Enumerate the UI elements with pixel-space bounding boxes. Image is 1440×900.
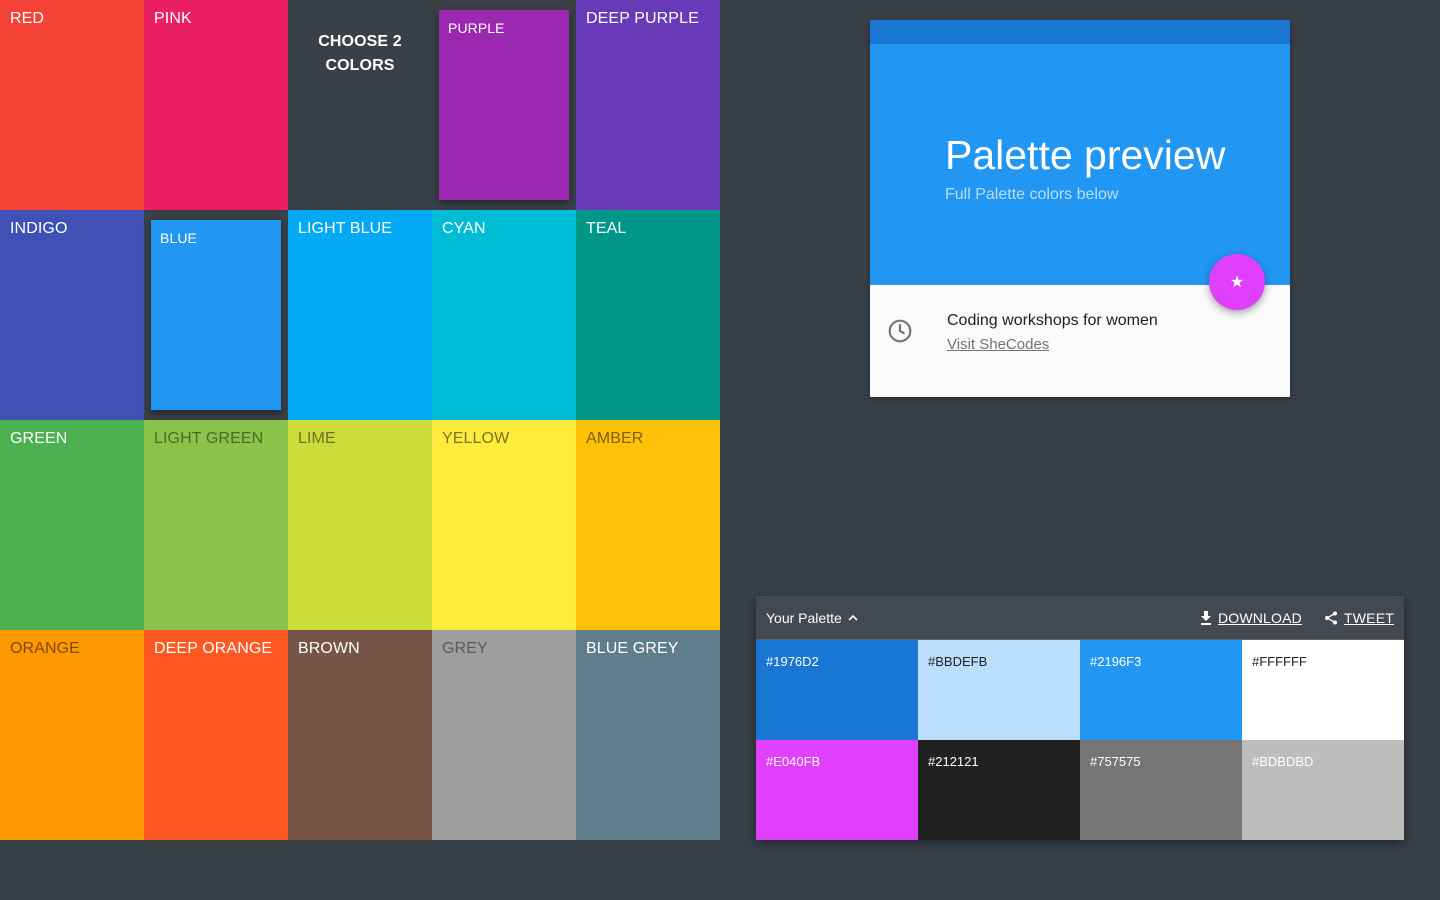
palette-toggle[interactable]: Your Palette	[766, 610, 858, 626]
swatch-primary-light[interactable]: #BBDEFB	[918, 640, 1080, 740]
swatch-hex: #1976D2	[766, 654, 819, 669]
swatch-divider[interactable]: #BDBDBD	[1242, 740, 1404, 840]
tile-amber[interactable]: AMBER	[576, 420, 720, 630]
tile-brown[interactable]: BROWN	[288, 630, 432, 840]
tile-label: ORANGE	[10, 640, 80, 657]
tile-label: TEAL	[586, 220, 627, 237]
tile-label: DEEP PURPLE	[586, 10, 699, 27]
swatch-secondary-text[interactable]: #757575	[1080, 740, 1242, 840]
tile-label: GREEN	[10, 430, 68, 447]
tile-cyan[interactable]: CYAN	[432, 210, 576, 420]
share-icon	[1325, 611, 1337, 624]
swatch-hex: #FFFFFF	[1252, 654, 1307, 669]
tile-label: LIGHT BLUE	[298, 220, 393, 237]
preview-subtitle: Full Palette colors below	[945, 186, 1119, 203]
download-label: DOWNLOAD	[1217, 609, 1302, 626]
clock-icon	[888, 319, 912, 343]
tile-blue-selected[interactable]: BLUE	[151, 220, 281, 410]
preview-body-title: Coding workshops for women	[947, 312, 1158, 329]
tile-label: YELLOW	[442, 430, 510, 447]
swatch-hex: #BDBDBD	[1252, 754, 1314, 769]
swatch-hex: #2196F3	[1090, 654, 1142, 669]
tweet-button[interactable]: TWEET	[1324, 610, 1394, 626]
star-fab-button[interactable]: ★	[1209, 254, 1265, 310]
swatch-hex: #757575	[1090, 754, 1141, 769]
tile-purple-selected[interactable]: PURPLE	[439, 10, 569, 200]
choose-colors-heading: CHOOSE 2 COLORS	[318, 33, 402, 74]
tile-label: AMBER	[586, 430, 644, 447]
tile-label: INDIGO	[10, 220, 68, 237]
preview-status-bar	[870, 20, 1290, 44]
color-grid: RED PINK CHOOSE 2 COLORS PURPLE DEEP PUR…	[0, 0, 720, 840]
tile-label: BLUE GREY	[586, 640, 679, 657]
tile-yellow[interactable]: YELLOW	[432, 420, 576, 630]
tile-label: GREY	[442, 640, 488, 657]
tile-orange[interactable]: ORANGE	[0, 630, 144, 840]
tweet-label: TWEET	[1344, 609, 1394, 626]
preview-title: Palette preview	[945, 132, 1226, 178]
tile-label: LIME	[298, 430, 336, 447]
swatch-hex: #BBDEFB	[928, 654, 988, 669]
tile-label: RED	[10, 10, 45, 27]
swatch-hex: #E040FB	[766, 754, 821, 769]
tile-light-green[interactable]: LIGHT GREEN	[144, 420, 288, 630]
tile-blue-grey[interactable]: BLUE GREY	[576, 630, 720, 840]
tile-label: BLUE	[160, 230, 197, 246]
tile-label: PURPLE	[448, 20, 505, 36]
tile-label: LIGHT GREEN	[154, 430, 264, 447]
tile-green[interactable]: GREEN	[0, 420, 144, 630]
tile-deep-orange[interactable]: DEEP ORANGE	[144, 630, 288, 840]
swatch-hex: #212121	[928, 754, 979, 769]
swatch-text-icons[interactable]: #FFFFFF	[1242, 640, 1404, 740]
palette-header: Your Palette DOWNLOAD TWEET	[756, 596, 1404, 640]
swatch-primary-text[interactable]: #212121	[918, 740, 1080, 840]
your-palette-panel: Your Palette DOWNLOAD TWEET #1976D2 #BBD…	[756, 596, 1404, 840]
swatch-primary[interactable]: #2196F3	[1080, 640, 1242, 740]
tile-pink[interactable]: PINK	[144, 0, 288, 210]
tile-light-blue[interactable]: LIGHT BLUE	[288, 210, 432, 420]
preview-hero: Palette preview Full Palette colors belo…	[870, 44, 1290, 285]
tile-teal[interactable]: TEAL	[576, 210, 720, 420]
tile-label: CYAN	[442, 220, 486, 237]
tile-lime[interactable]: LIME	[288, 420, 432, 630]
download-icon	[1200, 610, 1211, 625]
tile-grey[interactable]: GREY	[432, 630, 576, 840]
tile-label: PINK	[154, 10, 192, 27]
tile-deep-purple[interactable]: DEEP PURPLE	[576, 0, 720, 210]
tile-label: BROWN	[298, 640, 360, 657]
star-icon: ★	[1229, 274, 1245, 291]
download-button[interactable]: DOWNLOAD	[1200, 610, 1302, 626]
tile-purple[interactable]: PURPLE	[432, 0, 576, 210]
visit-shecodes-link[interactable]: Visit SheCodes	[947, 335, 1049, 355]
palette-title: Your Palette	[766, 609, 842, 626]
palette-swatches: #1976D2 #BBDEFB #2196F3 #FFFFFF #E040FB …	[756, 640, 1404, 840]
palette-preview-card: Palette preview Full Palette colors belo…	[870, 20, 1290, 397]
tile-indigo[interactable]: INDIGO	[0, 210, 144, 420]
choose-colors-heading-cell: CHOOSE 2 COLORS	[288, 0, 432, 210]
swatch-accent[interactable]: #E040FB	[756, 740, 918, 840]
swatch-primary-dark[interactable]: #1976D2	[756, 640, 918, 740]
tile-label: DEEP ORANGE	[154, 640, 273, 657]
tile-blue[interactable]: BLUE	[144, 210, 288, 420]
chevron-up-icon	[848, 614, 858, 621]
tile-red[interactable]: RED	[0, 0, 144, 210]
